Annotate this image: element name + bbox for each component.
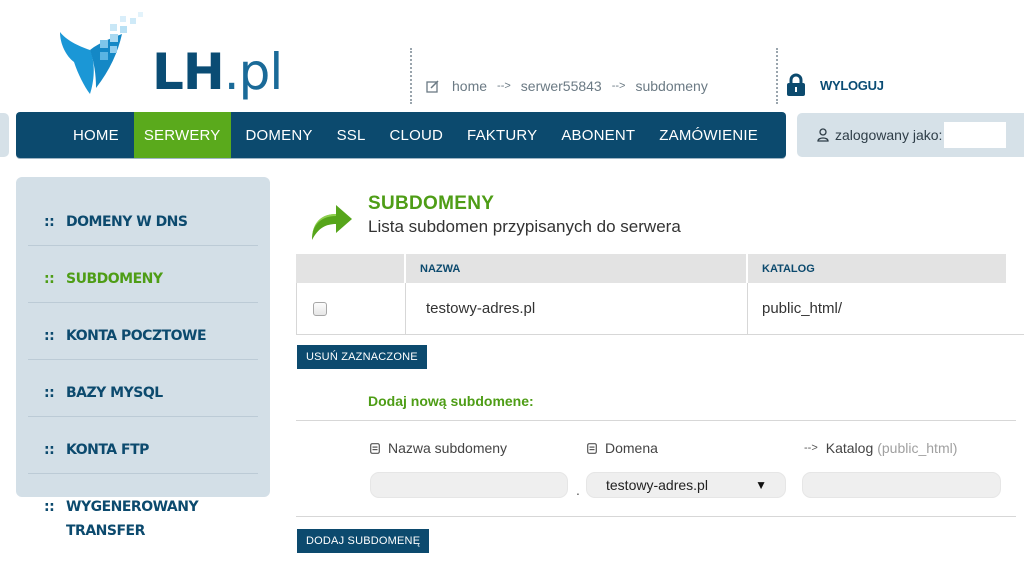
page-subtitle: Lista subdomen przypisanych do serwera [368, 217, 681, 236]
domain-select-value: testowy-adres.pl [606, 477, 708, 493]
breadcrumb-arrow-icon: --> [497, 80, 511, 92]
row-checkbox[interactable] [313, 301, 327, 316]
add-subdomain-title: Dodaj nową subdomene: [368, 393, 534, 409]
row-directory: public_html/ [747, 283, 1024, 334]
sidebar-item-label: DOMENY W DNS [66, 214, 188, 230]
breadcrumb-divider [410, 48, 412, 104]
breadcrumb-current: subdomeny [635, 78, 708, 94]
sidebar-item-konta-ftp[interactable]: :: KONTA FTP [28, 417, 258, 474]
sidebar-item-label: WYGENEROWANY TRANSFER [66, 499, 199, 539]
logged-user-box: zalogowany jako: [797, 113, 1024, 157]
butterfly-logo-icon [60, 12, 143, 94]
list-icon [370, 442, 380, 454]
subdomain-name-label: Nazwa subdomeny [370, 440, 507, 456]
delete-selected-button[interactable]: USUŃ ZAZNACZONE [297, 345, 427, 369]
sidebar-bullet: :: [44, 499, 55, 515]
directory-label: --> Katalog (public_html) [804, 440, 957, 456]
logo-suffix: .pl [223, 43, 284, 101]
domain-separator: . [576, 482, 580, 498]
domain-label: Domena [587, 440, 658, 456]
logout-button[interactable]: WYLOGUJ [786, 73, 884, 97]
domain-select[interactable]: testowy-adres.pl ▼ [586, 472, 786, 498]
table-header: NAZWA KATALOG [296, 254, 1006, 283]
sidebar-item-label: SUBDOMENY [66, 271, 163, 287]
user-icon [817, 128, 829, 142]
page-title: SUBDOMENY [368, 193, 495, 214]
nav-item-faktury[interactable]: FAKTURY [458, 112, 546, 158]
row-name: testowy-adres.pl [405, 283, 747, 334]
edit-icon [426, 80, 439, 93]
sidebar-bullet: :: [44, 328, 55, 344]
subdomain-name-input[interactable] [370, 472, 568, 498]
nav-item-cloud[interactable]: CLOUD [381, 112, 453, 158]
directory-input[interactable] [802, 472, 1001, 498]
sidebar-item-subdomeny[interactable]: :: SUBDOMENY [28, 246, 258, 303]
nav-item-abonent[interactable]: ABONENT [552, 112, 644, 158]
logo-text: LH [152, 43, 225, 101]
sidebar-item-domeny-w-dns[interactable]: :: DOMENY W DNS [28, 189, 258, 246]
logged-user-label: zalogowany jako: [835, 127, 943, 143]
logout-divider [776, 48, 778, 104]
row-select-cell [297, 283, 405, 334]
domain-label-text: Domena [605, 440, 658, 456]
sidebar-bullet: :: [44, 385, 55, 401]
lock-icon [787, 73, 805, 96]
nav-item-zamowienie[interactable]: ZAMÓWIENIE [650, 112, 767, 158]
list-icon [587, 442, 597, 454]
sidebar-bullet: :: [44, 214, 55, 230]
breadcrumb-server[interactable]: serwer55843 [521, 78, 602, 94]
sidebar-item-konta-pocztowe[interactable]: :: KONTA POCZTOWE [28, 303, 258, 360]
sidebar-item-label: BAZY MYSQL [66, 385, 163, 401]
nav-item-serwery[interactable]: SERWERY [133, 112, 231, 158]
sidebar-item-bazy-mysql[interactable]: :: BAZY MYSQL [28, 360, 258, 417]
divider [296, 420, 1016, 421]
breadcrumb-arrow-icon: --> [611, 80, 626, 92]
logout-label: WYLOGUJ [820, 77, 884, 93]
add-subdomain-button[interactable]: DODAJ SUBDOMENĘ [297, 529, 430, 553]
nav-item-ssl[interactable]: SSL [328, 112, 375, 158]
directory-hint: (public_html) [877, 440, 958, 456]
sidebar: :: DOMENY W DNS :: SUBDOMENY :: KONTA PO… [16, 177, 270, 539]
directory-label-text: Katalog [825, 440, 874, 456]
subdomains-table: NAZWA KATALOG testowy-adres.pl public_ht… [296, 254, 1024, 335]
green-arrow-icon [312, 205, 352, 240]
header-select-column [296, 254, 404, 283]
sidebar-item-wygenerowany-transfer[interactable]: :: WYGENEROWANY TRANSFER [28, 474, 258, 554]
subdomain-name-label-text: Nazwa subdomeny [388, 440, 508, 456]
nav-items: HOME SERWERY DOMENY SSL CLOUD FAKTURY AB… [64, 112, 773, 158]
main-nav: HOME SERWERY DOMENY SSL CLOUD FAKTURY AB… [16, 112, 786, 158]
caret-down-icon: ▼ [755, 478, 767, 492]
breadcrumb: home --> serwer55843 --> subdomeny [426, 78, 714, 94]
sidebar-item-label: KONTA POCZTOWE [66, 328, 207, 344]
left-panel-stub [0, 113, 9, 157]
arrow-icon: --> [804, 442, 818, 454]
header-katalog[interactable]: KATALOG [746, 254, 1006, 283]
sidebar-bullet: :: [44, 442, 55, 458]
sidebar-bullet: :: [44, 271, 55, 287]
breadcrumb-home[interactable]: home [452, 78, 487, 94]
nav-item-domeny[interactable]: DOMENY [237, 112, 322, 158]
divider [296, 516, 1016, 517]
logged-user-name [944, 122, 1007, 148]
sidebar-item-label: KONTA FTP [66, 442, 149, 458]
table-row: testowy-adres.pl public_html/ [296, 283, 1024, 335]
nav-item-home[interactable]: HOME [64, 112, 128, 158]
lh-logo[interactable]: LH.pl [56, 12, 316, 102]
header-nazwa[interactable]: NAZWA [404, 254, 746, 283]
